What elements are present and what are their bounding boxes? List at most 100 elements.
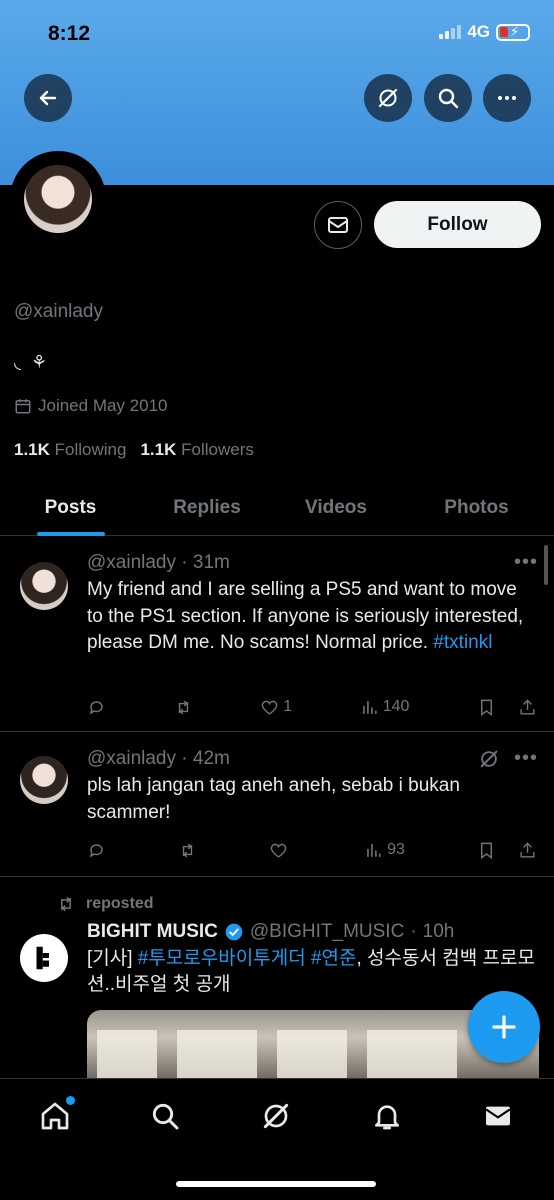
tab-posts[interactable]: Posts — [0, 480, 141, 536]
profile-avatar[interactable] — [10, 151, 106, 247]
views-icon — [362, 700, 377, 714]
post-text: My friend and I are selling a PS5 and wa… — [87, 577, 535, 657]
repost-icon — [182, 843, 193, 857]
message-button[interactable] — [314, 201, 362, 249]
more-button[interactable] — [483, 74, 531, 122]
repost-icon — [61, 896, 71, 912]
views-button[interactable]: 140 — [360, 695, 410, 719]
view-count: 93 — [387, 841, 405, 858]
post-actions: 1 140 — [87, 695, 537, 719]
followers-link[interactable]: 1.1K Followers — [140, 440, 253, 460]
repost-label: reposted — [86, 895, 154, 912]
status-time: 8:12 — [48, 22, 91, 45]
compose-button[interactable] — [468, 991, 540, 1063]
repost-hashtag-1[interactable]: #투모로우바이투게더 — [138, 948, 306, 969]
reply-button[interactable] — [87, 838, 106, 862]
post-handle[interactable]: @xainlady — [87, 552, 176, 573]
tab-photos[interactable]: Photos — [399, 480, 554, 536]
like-button[interactable]: 1 — [260, 695, 292, 719]
nav-grok[interactable] — [256, 1096, 296, 1136]
nav-search[interactable] — [145, 1096, 185, 1136]
bighit-avatar[interactable] — [20, 934, 68, 982]
post-actions: 93 — [87, 838, 537, 862]
repost-author-name[interactable]: BIGHIT MUSIC — [87, 921, 218, 943]
joined-label: Joined May 2010 — [38, 396, 168, 415]
post-item[interactable]: @xainlady · 31m ••• My friend and I are … — [0, 537, 554, 732]
grok-icon[interactable] — [478, 748, 500, 770]
reply-icon — [89, 843, 103, 858]
heart-icon — [270, 843, 287, 858]
share-icon[interactable] — [518, 841, 537, 860]
search-icon — [438, 88, 459, 109]
repost-indicator: reposted — [56, 894, 154, 914]
tab-replies[interactable]: Replies — [141, 480, 273, 536]
envelope-icon — [328, 217, 348, 233]
grok-button[interactable] — [364, 74, 412, 122]
home-icon — [41, 1102, 69, 1130]
avatar-image — [24, 165, 92, 233]
bookmark-icon[interactable] — [477, 698, 496, 717]
post-avatar[interactable] — [20, 562, 68, 610]
search-icon — [152, 1103, 179, 1130]
post-item[interactable]: @xainlady · 42m ••• pls lah jangan tag a… — [0, 733, 554, 877]
arrow-left-icon — [39, 90, 57, 106]
post-more-button[interactable]: ••• — [514, 551, 538, 574]
reply-icon — [89, 700, 103, 715]
post-hashtag[interactable]: #txtinkl — [433, 632, 492, 653]
back-button[interactable] — [24, 74, 72, 122]
signal-icon — [439, 25, 462, 39]
post-handle[interactable]: @xainlady — [87, 748, 176, 769]
repost-time: 10h — [422, 921, 455, 942]
bell-icon — [375, 1105, 399, 1130]
nav-home[interactable] — [35, 1096, 75, 1136]
follow-stats: 1.1K Following 1.1K Followers — [14, 440, 254, 460]
following-link[interactable]: 1.1K Following — [14, 440, 126, 460]
profile-handle: @xainlady — [14, 301, 103, 322]
repost-text: [기사] #투모로우바이투게더 #연준, 성수동서 컴백 프로모션..비주얼 첫… — [87, 946, 539, 998]
notification-dot — [66, 1096, 75, 1105]
repost-header: BIGHIT MUSIC @BIGHIT_MUSIC · 10h — [87, 921, 455, 943]
tab-videos[interactable]: Videos — [273, 480, 399, 536]
post-time: 42m — [192, 748, 230, 769]
nav-notifications[interactable] — [367, 1096, 407, 1136]
share-icon[interactable] — [518, 698, 537, 717]
profile-tabs: Posts Replies Videos Photos — [0, 480, 554, 536]
views-button[interactable]: 93 — [364, 838, 405, 862]
followers-count: 1.1K — [140, 440, 177, 459]
following-count: 1.1K — [14, 440, 50, 459]
nav-messages[interactable] — [478, 1096, 518, 1136]
post-text: pls lah jangan tag aneh aneh, sebab i bu… — [87, 775, 460, 823]
followers-label: Followers — [181, 440, 254, 459]
bighit-logo-icon — [36, 946, 49, 970]
repost-hashtag-2[interactable]: #연준 — [311, 948, 357, 969]
grok-icon — [378, 88, 398, 108]
follow-button[interactable]: Follow — [374, 201, 541, 248]
like-button[interactable] — [269, 838, 292, 862]
status-bar: 8:12 4G ⚡ — [0, 0, 554, 64]
bookmark-icon[interactable] — [477, 841, 496, 860]
reply-button[interactable] — [87, 695, 106, 719]
plus-icon — [492, 1015, 516, 1039]
profile-bio: ◟ ⚘ — [14, 352, 48, 372]
post-avatar[interactable] — [20, 756, 68, 804]
envelope-icon — [485, 1106, 511, 1126]
repost-button[interactable] — [174, 695, 193, 719]
network-label: 4G — [467, 22, 490, 41]
calendar-icon — [15, 399, 31, 414]
repost-button[interactable] — [178, 838, 197, 862]
repost-icon — [178, 700, 188, 714]
like-count: 1 — [283, 698, 293, 715]
heart-icon — [261, 700, 278, 715]
grok-icon — [263, 1103, 289, 1129]
post-time: 31m — [192, 552, 230, 573]
home-indicator — [176, 1181, 376, 1187]
view-count: 140 — [382, 698, 410, 715]
views-icon — [367, 843, 381, 857]
repost-text-prefix: [기사] — [87, 948, 138, 969]
post-more-button[interactable]: ••• — [514, 747, 538, 770]
search-button[interactable] — [424, 74, 472, 122]
more-icon — [498, 96, 516, 100]
repost-author-handle[interactable]: @BIGHIT_MUSIC — [250, 921, 404, 943]
battery-icon: ⚡ — [496, 23, 530, 41]
joined-date: Joined May 2010 — [14, 396, 167, 416]
